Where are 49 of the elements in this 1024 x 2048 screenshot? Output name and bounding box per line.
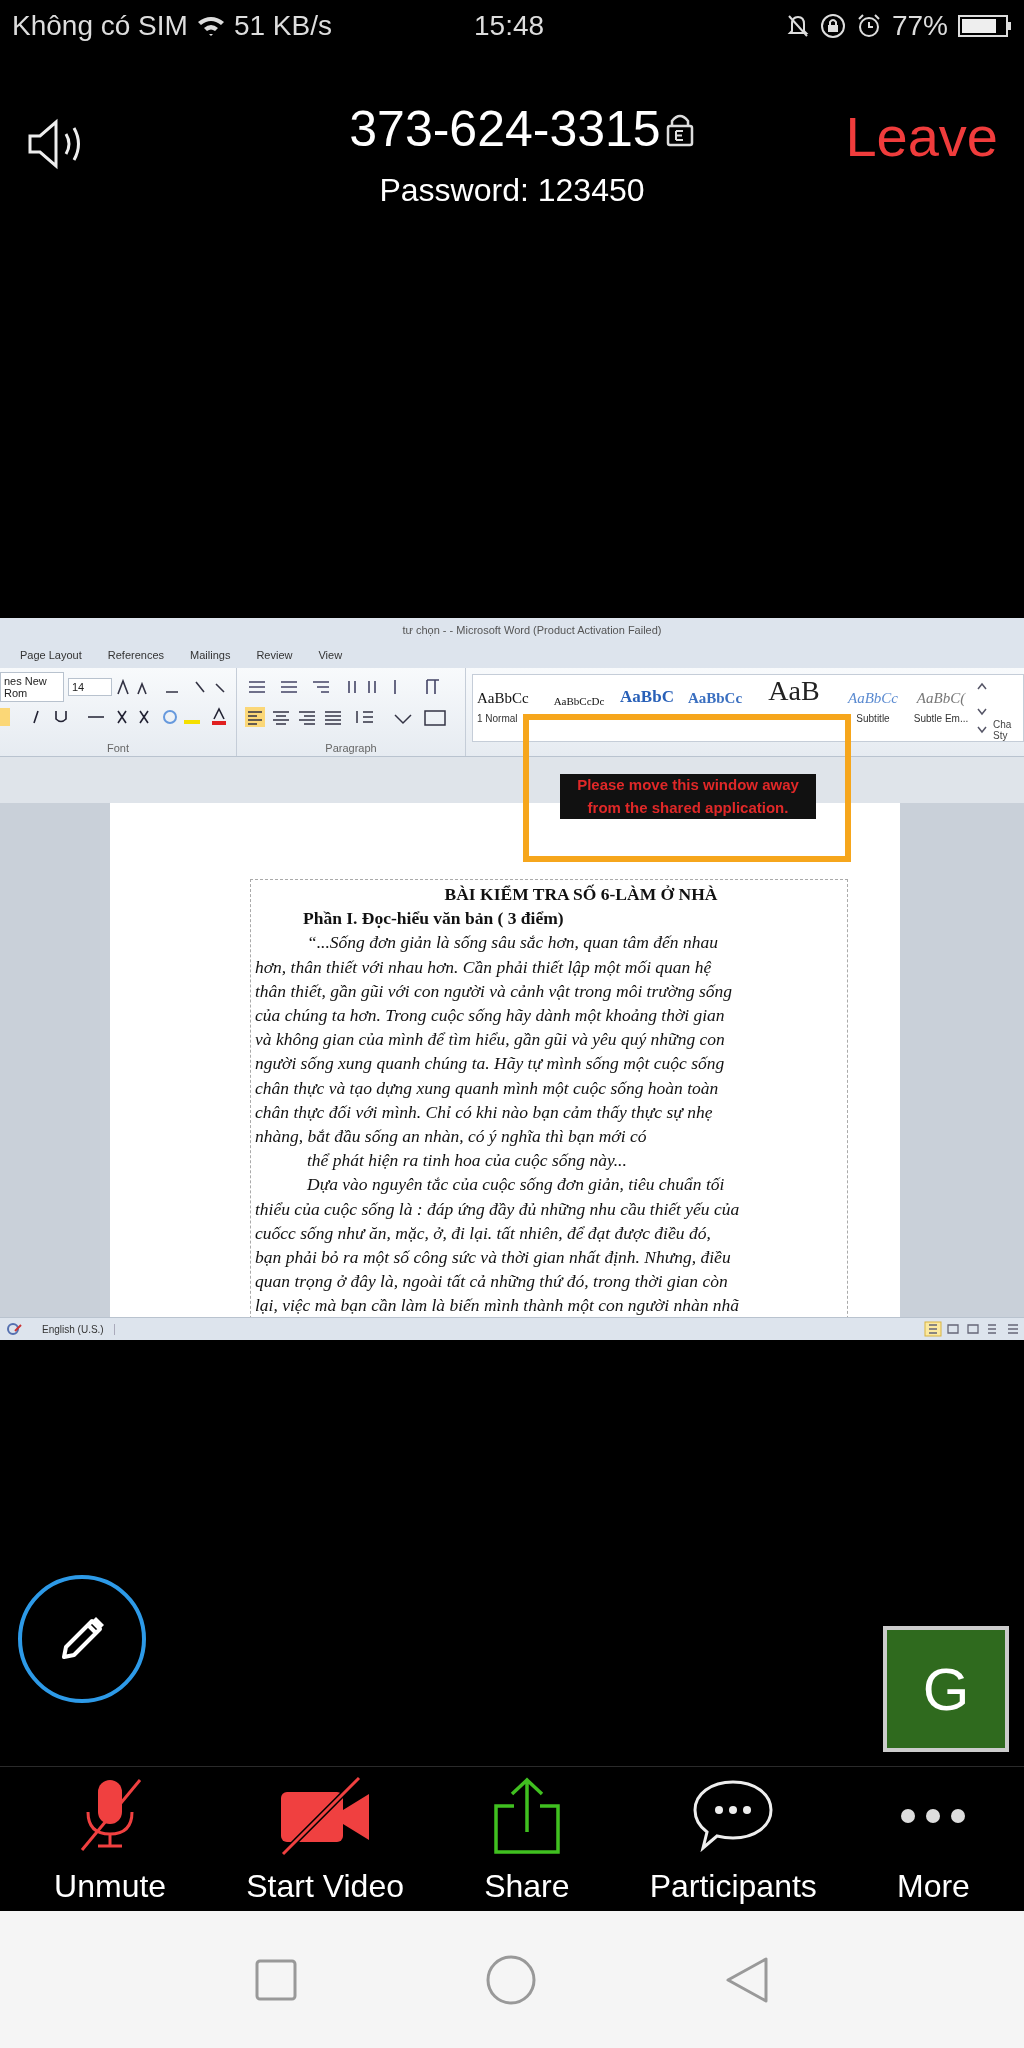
change-styles-button[interactable]: Cha Sty: [993, 679, 1015, 741]
ribbon-tab[interactable]: View: [318, 649, 343, 661]
clock-time: 15:48: [474, 10, 545, 42]
document-title: BÀI KIỂM TRA SỐ 6-LÀM Ở NHÀ: [444, 883, 718, 906]
toolbar-button[interactable]: Start Video: [246, 1767, 404, 1911]
view-buttons-icon[interactable]: [924, 1321, 1020, 1337]
style-label: 1 Normal: [477, 713, 518, 724]
share-warning-text: Please move this window away from the shared application.: [560, 774, 816, 819]
style-label: Subtitle: [856, 713, 890, 724]
font-size-field[interactable]: 14: [68, 678, 112, 696]
ribbon-tab[interactable]: Mailings: [190, 649, 231, 661]
style-preview[interactable]: AaBbCcDc: [553, 679, 605, 707]
share-icon: [491, 1775, 562, 1856]
section-heading: Phần I. Đọc-hiểu văn bản ( 3 điểm): [303, 907, 565, 931]
style-preview[interactable]: AaBbC(: [916, 679, 966, 707]
participant-avatar[interactable]: G: [883, 1626, 1009, 1752]
recent-apps-icon[interactable]: [253, 1957, 298, 2002]
document-paragraph: Dựa vào nguyên tắc của cuộc sống đơn giản, tiêu chuẩn tối thiểu của cuộc sống là : đáp ứng đầy đủ những nhu cầu thiết yếu của cuốcc sống như ăn, mặc, ở, đi lại. tất nhiên, để đạt được điều đó, bạn phải bỏ ra một số công sức và thời gian nhất định. Nhưng, điều quan trọng ở đây là, ngoài tất cả những thứ đó, trong thời gian còn lại, việc mà bạn cần làm là biến mình thành một con người nhàn nhã: [255, 1173, 741, 1317]
font-name-field[interactable]: nes New Rom: [0, 672, 64, 702]
document-paragraph: “...Sống đơn giản là sống sâu sắc hơn, quan tâm đến nhau hơn, thân thiết với nhau hơn. Cần phải thiết lập một mối quan hệ thân thiết, gần gũi với con người và cảnh vật trong môi trường sống của chúng ta hơn. Trong cuộc sống hãy dành một khoảng thời gian và không gian của mình để tìm hiểu, gần gũi và yêu quý những con người sống xung quanh chúng ta. Hãy tự mình sống một cuộc sống chân thực và tạo dựng xung quanh mình một cuộc sống hoàn toàn chân thực đối với mình. Chỉ có khi nào bạn cảm thấy thực sự nhẹ nhàng, bắt đầu sống an nhàn, có ý nghĩa thì bạn mới có thể phát hiện ra tinh hoa của cuộc sống này...: [255, 931, 734, 1173]
toolbar-button[interactable]: Unmute: [54, 1767, 167, 1911]
ribbon-tab[interactable]: Review: [256, 649, 293, 661]
network-speed: 51 KB/s: [233, 10, 332, 42]
annotate-button[interactable]: [18, 1575, 146, 1703]
proofing-icon: [6, 1322, 22, 1336]
style-label: Subtle Em...: [913, 713, 969, 724]
language-indicator[interactable]: English (U.S.): [32, 1323, 115, 1335]
toolbar-button[interactable]: Participants: [649, 1767, 817, 1911]
carrier-text: Không có SIM: [12, 10, 188, 42]
battery-icon: [958, 14, 1012, 38]
toolbar-button[interactable]: Share: [484, 1767, 570, 1911]
style-preview[interactable]: AaBbCc: [848, 679, 898, 707]
battery-percent: 77%: [891, 10, 948, 42]
style-preview[interactable]: AaB: [768, 679, 820, 707]
bell-off-icon: [785, 13, 810, 39]
style-preview[interactable]: AaBbCc: [477, 679, 529, 707]
group-label: Font: [106, 742, 130, 754]
group-label: Paragraph: [324, 742, 378, 754]
ribbon-tab[interactable]: Page Layout: [20, 649, 82, 661]
style-preview[interactable]: AaBbCc: [687, 679, 743, 707]
rotation-lock-icon: [819, 13, 846, 39]
window-title: tư chọn - - Microsoft Word (Product Activation Failed): [402, 624, 662, 636]
style-preview[interactable]: AaBbC: [620, 679, 674, 707]
leave-button[interactable]: Leave: [845, 104, 998, 169]
home-icon[interactable]: [485, 1953, 537, 2006]
ribbon-tab[interactable]: References: [107, 649, 165, 661]
toolbar-button[interactable]: More: [897, 1767, 970, 1911]
meeting-id: 373-624-3315: [349, 100, 661, 158]
meeting-password: Password: 123450: [379, 172, 645, 209]
